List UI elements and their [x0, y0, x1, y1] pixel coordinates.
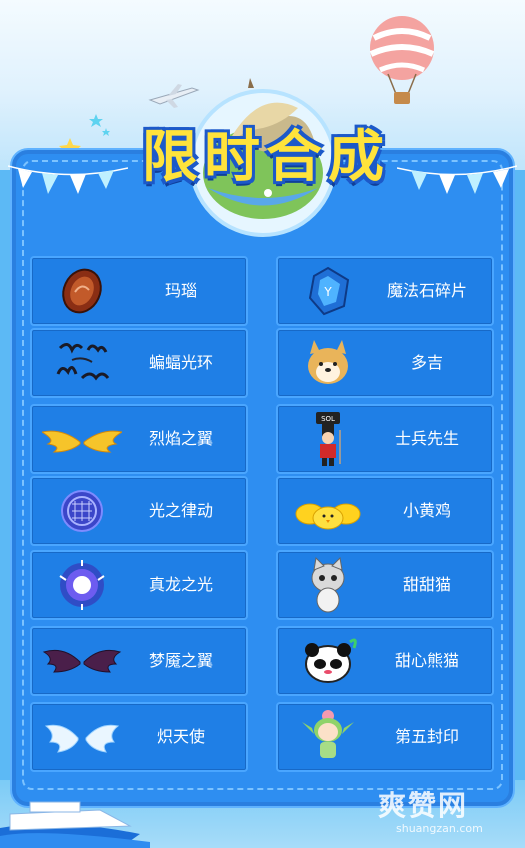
site-watermark: 爽赞网 shuangzan.com	[378, 784, 518, 844]
watermark-url-text: shuangzan.com	[396, 822, 483, 835]
reward-label: 炽天使	[156, 727, 205, 746]
magic-stone-fragment-icon: Y	[308, 266, 350, 316]
reward-item[interactable]: SOL 士兵先生	[276, 404, 494, 474]
doge-pet-icon	[308, 340, 348, 384]
sweet-panda-icon	[305, 638, 357, 683]
reward-label: 蝙蝠光环	[148, 353, 213, 372]
reward-label: 真龙之光	[148, 575, 213, 594]
reward-item[interactable]: 玛瑙	[30, 256, 248, 326]
agate-gem-icon	[62, 268, 102, 314]
reward-label: 甜甜猫	[402, 575, 451, 594]
reward-label: 士兵先生	[394, 429, 459, 448]
reward-label: 多吉	[410, 353, 443, 372]
reward-label: 第五封印	[394, 727, 459, 746]
page-title: 限时合成	[142, 125, 390, 190]
yellow-chicks-icon	[295, 503, 361, 530]
reward-item[interactable]: 烈焰之翼	[30, 404, 248, 474]
svg-text:Y: Y	[323, 285, 332, 299]
reward-item[interactable]: 多吉	[276, 328, 494, 398]
reward-item[interactable]: 真龙之光	[30, 550, 248, 620]
left-reward-column: 玛瑙 蝙蝠光环 烈焰之翼 光之律动 真龙之光 梦魇之翼 炽天使	[30, 256, 248, 776]
reward-label: 小黄鸡	[402, 501, 451, 520]
reward-item[interactable]: 蝙蝠光环	[30, 328, 248, 398]
soldier-pet-icon: SOL	[316, 412, 341, 466]
reward-item[interactable]: 梦魇之翼	[30, 626, 248, 696]
seraph-wings-icon	[44, 724, 120, 753]
reward-item[interactable]: 甜心熊猫	[276, 626, 494, 696]
reward-item[interactable]: 小黄鸡	[276, 476, 494, 546]
right-reward-column: Y 魔法石碎片 多吉 SOL 士兵先生 小黄鸡 甜甜猫 甜心熊猫 第五封印	[276, 256, 494, 776]
reward-label: 玛瑙	[164, 281, 197, 300]
soldier-sign-text: SOL	[321, 415, 335, 423]
bunting-flags-left	[8, 165, 128, 194]
reward-label: 梦魇之翼	[148, 651, 213, 670]
reward-item[interactable]: 光之律动	[30, 476, 248, 546]
reward-label: 魔法石碎片	[386, 281, 467, 300]
reward-label: 光之律动	[148, 501, 213, 520]
cruise-ship-icon	[0, 801, 150, 848]
sweet-cat-icon	[311, 556, 345, 613]
nightmare-wings-icon	[42, 649, 122, 673]
reward-item[interactable]: 甜甜猫	[276, 550, 494, 620]
reward-label: 烈焰之翼	[148, 429, 213, 448]
reward-label: 甜心熊猫	[394, 651, 459, 670]
fifth-seal-icon	[302, 710, 354, 758]
reward-item[interactable]: 第五封印	[276, 702, 494, 772]
bat-halo-icon	[56, 343, 110, 381]
watermark-main-text: 爽赞网	[378, 789, 469, 822]
light-rhythm-icon	[61, 490, 103, 532]
hot-air-balloon-icon	[369, 16, 435, 104]
reward-item[interactable]: Y 魔法石碎片	[276, 256, 494, 326]
dragon-light-icon	[59, 560, 105, 610]
reward-item[interactable]: 炽天使	[30, 702, 248, 772]
flame-wings-icon	[42, 430, 122, 453]
